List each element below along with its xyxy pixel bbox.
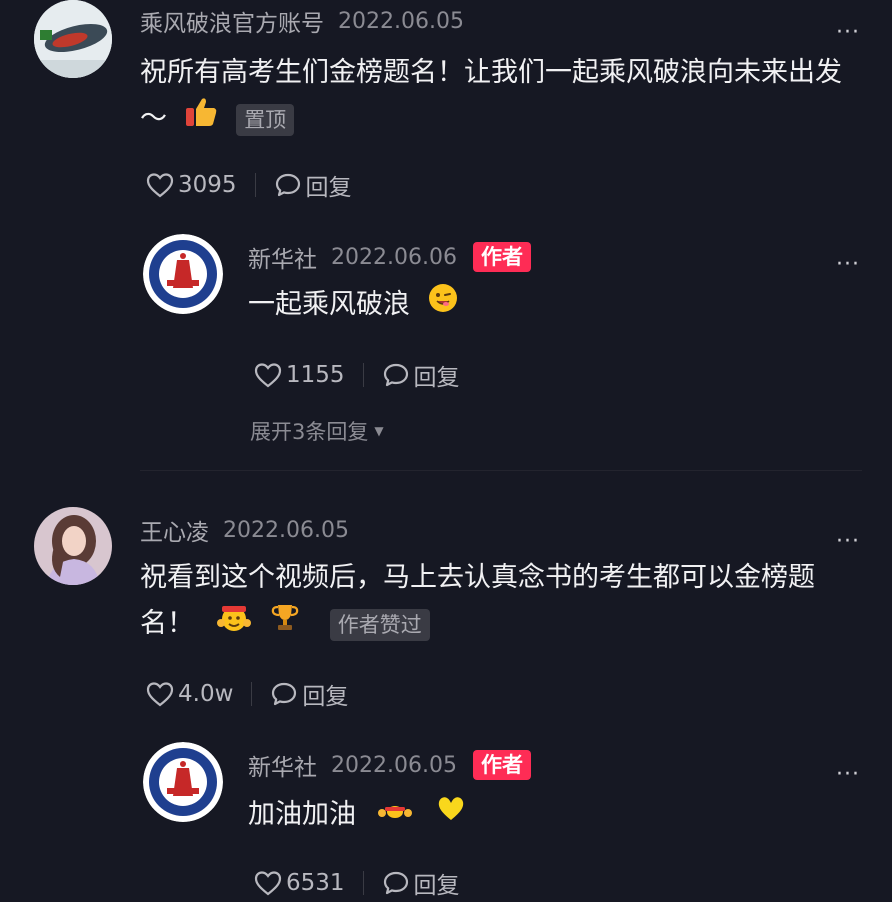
reply-label: 回复 [413,365,460,391]
avatar[interactable] [143,742,223,822]
comment-text: 一起乘风破浪 [248,289,410,320]
heart-icon [146,173,174,198]
avatar[interactable] [143,234,223,314]
author-liked-tag: 作者赞过 [329,608,430,641]
like-button[interactable]: 1155 [254,362,345,388]
comment-text-wrap: 加油加油 [248,792,848,839]
heart-icon [254,871,282,896]
reply-bubble-icon [383,363,408,387]
comment-date: 2022.06.05 [223,517,349,543]
reply-bubble-icon [272,682,297,706]
comment-date: 2022.06.05 [338,8,464,34]
comment-item: 乘风破浪官方账号 2022.06.05 ··· 祝所有高考生们金榜题名！让我们一… [0,0,892,230]
author-name[interactable]: 新华社 [248,240,317,274]
yellow-heart-emoji [435,792,467,839]
reply-label: 回复 [413,873,460,899]
caret-down-icon: ▼ [374,424,384,438]
reply-item: 新华社 2022.06.05 作者 ··· 加油加油 6531 回复 [0,738,892,902]
divider [254,173,256,197]
reply-button[interactable]: 回复 [382,358,460,392]
author-name[interactable]: 乘风破浪官方账号 [140,4,324,38]
heart-icon [254,363,282,388]
reply-button[interactable]: 回复 [274,168,352,202]
author-name[interactable]: 新华社 [248,748,317,782]
more-dots-icon[interactable]: ··· [836,531,860,553]
cheering-emoji [216,601,251,648]
more-dots-icon[interactable]: ··· [836,764,860,786]
author-badge: 作者 [472,750,531,780]
reply-label: 回复 [305,175,352,201]
wink-emoji [427,282,459,329]
heart-icon [146,682,174,707]
comment-text-wrap: 祝所有高考生们金榜题名！让我们一起乘风破浪向未来出发～ 置顶 [140,50,860,143]
pinned-tag: 置顶 [236,103,295,136]
like-count: 4.0w [178,681,234,707]
reply-item: 新华社 2022.06.06 作者 ··· 一起乘风破浪 1155 回复 展开3… [0,230,892,470]
divider [362,871,364,895]
divider [251,682,253,706]
like-count: 1155 [286,362,345,388]
reply-button[interactable]: 回复 [382,866,460,900]
comment-text-wrap: 祝看到这个视频后，马上去认真念书的考生都可以金榜题名！ 作者赞过 [140,555,860,648]
comment-item: 王心凌 2022.06.05 ··· 祝看到这个视频后，马上去认真念书的考生都可… [0,505,892,735]
trophy-emoji [269,601,301,648]
reply-label: 回复 [302,684,349,710]
comment-text: 加油加油 [248,799,356,830]
expand-label: 展开3条回复 [250,420,369,444]
more-dots-icon[interactable]: ··· [836,254,860,276]
author-badge: 作者 [472,242,531,272]
reply-bubble-icon [275,173,300,197]
comment-date: 2022.06.06 [331,244,457,270]
thumbs-up-emoji [184,96,218,143]
comment-date: 2022.06.05 [331,752,457,778]
like-count: 3095 [178,172,237,198]
author-name[interactable]: 王心凌 [140,513,209,547]
like-button[interactable]: 6531 [254,870,345,896]
cheering-emoji [377,793,413,839]
avatar[interactable] [34,0,112,78]
like-button[interactable]: 4.0w [146,681,233,707]
like-count: 6531 [286,870,345,896]
reply-button[interactable]: 回复 [270,677,348,711]
avatar[interactable] [34,507,112,585]
like-button[interactable]: 3095 [146,172,237,198]
reply-bubble-icon [383,871,408,895]
divider [140,470,862,471]
comment-text-wrap: 一起乘风破浪 [248,282,848,329]
more-dots-icon[interactable]: ··· [836,22,860,44]
expand-replies-button[interactable]: 展开3条回复 ▼ [250,416,384,446]
divider [362,363,364,387]
